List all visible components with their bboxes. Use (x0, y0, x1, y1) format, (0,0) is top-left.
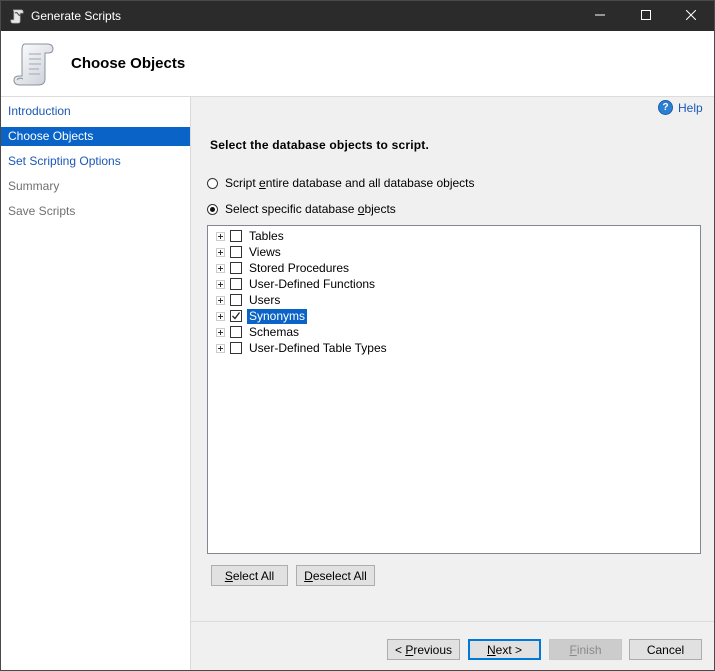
expand-plus-icon[interactable] (216, 263, 225, 273)
wizard-nav: Introduction Choose Objects Set Scriptin… (1, 97, 191, 670)
expand-plus-icon[interactable] (216, 327, 225, 337)
tree-node[interactable]: Tables (216, 228, 286, 244)
script-scroll-icon (10, 8, 26, 24)
help-icon: ? (658, 100, 673, 115)
tree-node-checkbox[interactable] (230, 294, 242, 306)
close-button[interactable] (668, 1, 714, 31)
generate-scripts-window: Generate Scripts Choose Objects Introduc… (0, 0, 715, 671)
tree-node-checkbox[interactable] (230, 310, 242, 322)
nav-item-set-scripting-options[interactable]: Set Scripting Options (1, 152, 190, 171)
radio-label: Select specific database objects (225, 202, 396, 216)
deselect-all-button[interactable]: Deselect All (296, 565, 375, 586)
nav-item-label: Set Scripting Options (8, 154, 121, 168)
object-tree[interactable]: Tables Views Stored Procedures User-Defined… (207, 225, 701, 554)
nav-item-choose-objects[interactable]: Choose Objects (1, 127, 190, 146)
page-title: Choose Objects (71, 55, 186, 72)
expand-plus-icon[interactable] (216, 231, 225, 241)
scroll-icon (13, 40, 55, 88)
window-title: Generate Scripts (31, 9, 122, 23)
tree-node-checkbox[interactable] (230, 262, 242, 274)
next-button[interactable]: Next > (468, 639, 541, 660)
wizard-header: Choose Objects (1, 31, 714, 97)
footer-divider (191, 621, 714, 622)
maximize-icon (641, 9, 651, 23)
title-bar: Generate Scripts (1, 1, 714, 31)
tree-node[interactable]: Stored Procedures (216, 260, 351, 276)
deselect-all-label: Deselect All (304, 568, 367, 583)
checkmark-icon (231, 311, 241, 321)
tree-node[interactable]: Users (216, 292, 282, 308)
tree-node[interactable]: User-Defined Table Types (216, 340, 389, 356)
expand-plus-icon[interactable] (216, 295, 225, 305)
tree-node[interactable]: Schemas (216, 324, 301, 340)
expand-plus-icon[interactable] (216, 279, 225, 289)
tree-node-label: Schemas (249, 324, 300, 339)
select-all-button[interactable]: Select All (211, 565, 288, 586)
nav-item-save-scripts: Save Scripts (1, 202, 190, 221)
help-link[interactable]: ? Help (658, 100, 703, 115)
select-all-label: Select All (224, 568, 275, 583)
tree-node-checkbox[interactable] (230, 246, 242, 258)
next-label: Next > (486, 642, 523, 657)
tree-node[interactable]: Views (216, 244, 283, 260)
tree-node-label: User-Defined Table Types (249, 340, 387, 355)
tree-node-label: Stored Procedures (249, 260, 350, 275)
tree-node-label: Users (249, 292, 281, 307)
finish-label: Finish (569, 642, 602, 657)
nav-item-introduction[interactable]: Introduction (1, 102, 190, 121)
nav-item-label: Summary (8, 179, 60, 193)
finish-button: Finish (549, 639, 622, 660)
radio-button[interactable] (207, 203, 218, 215)
tree-node-label: Views (249, 244, 281, 259)
tree-node-label: Tables (249, 228, 284, 243)
tree-node-checkbox[interactable] (230, 342, 242, 354)
tree-node[interactable]: Synonyms (216, 308, 308, 324)
cancel-button[interactable]: Cancel (629, 639, 702, 660)
help-label: Help (678, 100, 703, 115)
minimize-button[interactable] (577, 1, 623, 31)
tree-node[interactable]: User-Defined Functions (216, 276, 377, 292)
maximize-button[interactable] (623, 1, 669, 31)
radio-script-entire-database[interactable]: Script entire database and all database … (207, 176, 475, 190)
tree-node-checkbox[interactable] (230, 326, 242, 338)
tree-node-label: User-Defined Functions (249, 276, 376, 291)
nav-item-label: Choose Objects (8, 129, 94, 143)
previous-label: < Previous (394, 642, 453, 657)
cancel-label: Cancel (646, 642, 685, 657)
radio-select-specific-objects[interactable]: Select specific database objects (207, 202, 396, 216)
nav-item-label: Save Scripts (8, 204, 76, 218)
close-icon (685, 9, 697, 23)
minimize-icon (595, 9, 605, 23)
expand-plus-icon[interactable] (216, 311, 225, 321)
tree-node-label: Synonyms (247, 308, 308, 324)
nav-item-label: Introduction (8, 104, 71, 118)
nav-item-summary: Summary (1, 177, 190, 196)
previous-button[interactable]: < Previous (387, 639, 460, 660)
tree-node-checkbox[interactable] (230, 278, 242, 290)
expand-plus-icon[interactable] (216, 247, 225, 257)
radio-label: Script entire database and all database … (225, 176, 475, 190)
instruction-text: Select the database objects to script. (210, 138, 430, 152)
expand-plus-icon[interactable] (216, 343, 225, 353)
radio-button[interactable] (207, 177, 218, 189)
tree-node-checkbox[interactable] (230, 230, 242, 242)
